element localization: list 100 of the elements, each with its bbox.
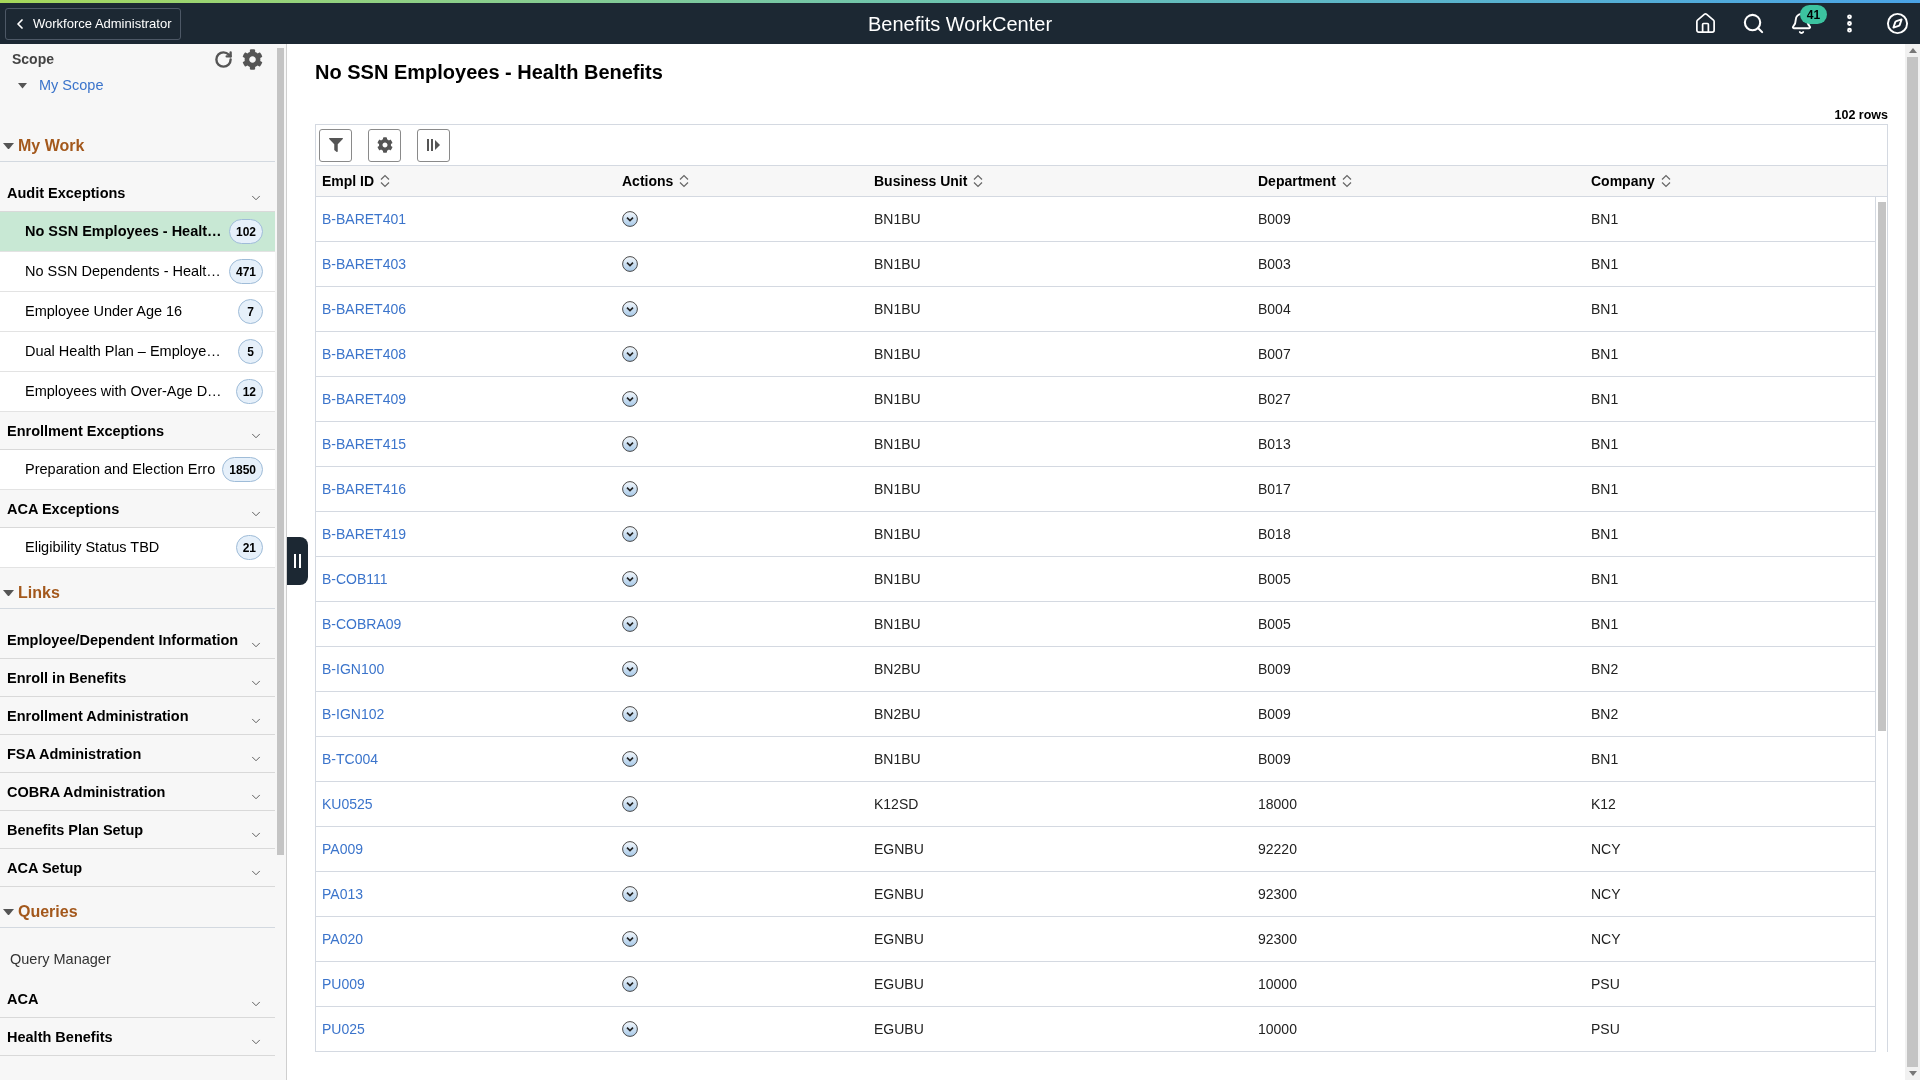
query-link[interactable]: Query Manager	[10, 949, 111, 971]
home-icon[interactable]	[1694, 12, 1717, 35]
compass-icon[interactable]	[1886, 12, 1909, 35]
employee-id-link[interactable]: B-BARET406	[322, 298, 407, 320]
group-header[interactable]: ACA Setup	[0, 849, 275, 887]
back-button[interactable]: Workforce Administrator	[5, 7, 182, 40]
group-header[interactable]: FSA Administration	[0, 735, 275, 773]
employee-id-link[interactable]: B-COBRA09	[322, 613, 402, 635]
employee-id-link[interactable]: B-BARET419	[322, 523, 407, 545]
employee-id-link[interactable]: B-IGN100	[322, 658, 385, 680]
table-cell-text: BN2BU	[874, 704, 921, 724]
group-header[interactable]: Enrollment Administration	[0, 697, 275, 735]
caret-down-icon[interactable]	[3, 908, 14, 916]
section-header[interactable]: Links	[0, 578, 275, 609]
scroll-down-arrow-icon[interactable]	[1908, 1071, 1917, 1076]
caret-down-icon[interactable]	[18, 83, 27, 89]
filter-icon	[328, 138, 343, 152]
refresh-icon[interactable]	[214, 50, 233, 69]
caret-down-icon[interactable]	[3, 589, 14, 597]
group-header[interactable]: Enroll in Benefits	[0, 659, 275, 697]
row-actions-button[interactable]	[619, 208, 641, 230]
row-actions-button[interactable]	[619, 1018, 641, 1040]
group-header[interactable]: Employee/Dependent Information	[0, 621, 275, 659]
count-badge: 21	[235, 535, 263, 560]
employee-id-link[interactable]: PA013	[322, 883, 363, 905]
freeze-columns-button[interactable]	[417, 128, 450, 162]
section-header[interactable]: My Work	[0, 131, 275, 162]
section-header[interactable]: Queries	[0, 897, 275, 928]
employee-id-link[interactable]: B-COB111	[322, 568, 388, 590]
row-actions-button[interactable]	[619, 928, 641, 950]
sort-icon	[679, 174, 690, 188]
scrollbar-thumb[interactable]	[277, 48, 284, 855]
employee-id-link[interactable]: KU0525	[322, 793, 373, 815]
table-cell-text: 92300	[1258, 929, 1297, 949]
sort-icon	[973, 174, 984, 188]
worklist-item[interactable]: Preparation and Election Erro 1850	[0, 450, 275, 490]
scrollbar-thumb[interactable]	[1907, 57, 1918, 1067]
row-actions-button[interactable]	[619, 793, 641, 815]
search-icon[interactable]	[1742, 12, 1765, 35]
employee-id-link[interactable]: B-BARET408	[322, 343, 407, 365]
employee-id-link[interactable]: B-BARET401	[322, 208, 407, 230]
caret-down-icon[interactable]	[3, 142, 14, 150]
row-actions-button[interactable]	[619, 523, 641, 545]
group-header[interactable]: ACA	[0, 980, 275, 1018]
column-header[interactable]: Department	[1252, 170, 1352, 192]
row-actions-button[interactable]	[619, 883, 641, 905]
sort-icon	[380, 174, 391, 188]
row-actions-button[interactable]	[619, 613, 641, 635]
settings-icon[interactable]	[242, 49, 263, 70]
scrollbar-thumb[interactable]	[1877, 202, 1886, 731]
row-actions-button[interactable]	[619, 298, 641, 320]
row-actions-button[interactable]	[619, 703, 641, 725]
row-actions-button[interactable]	[619, 388, 641, 410]
column-header[interactable]: Business Unit	[868, 170, 984, 192]
table-cell-text: BN1BU	[874, 749, 921, 769]
table-cell-text: NCY	[1591, 839, 1621, 859]
worklist-item[interactable]: Dual Health Plan – Employe… 5	[0, 332, 275, 372]
table-cell-text: EGUBU	[874, 974, 924, 994]
filter-button[interactable]	[319, 128, 352, 162]
scroll-up-arrow-icon[interactable]	[1908, 48, 1917, 53]
scope-link[interactable]: My Scope	[39, 75, 104, 97]
table-cell-text: BN1BU	[874, 524, 921, 544]
row-actions-button[interactable]	[619, 568, 641, 590]
employee-id-link[interactable]: PU025	[322, 1018, 365, 1040]
employee-id-link[interactable]: B-BARET409	[322, 388, 407, 410]
worklist-item[interactable]: Eligibility Status TBD 21	[0, 528, 275, 568]
row-actions-button[interactable]	[619, 478, 641, 500]
row-actions-button[interactable]	[619, 748, 641, 770]
employee-id-link[interactable]: B-IGN102	[322, 703, 385, 725]
employee-id-link[interactable]: PU009	[322, 973, 365, 995]
table-cell-text: PSU	[1591, 974, 1620, 994]
employee-id-link[interactable]: B-TC004	[322, 748, 379, 770]
group-header[interactable]: Benefits Plan Setup	[0, 811, 275, 849]
row-count: 102 rows	[1834, 107, 1888, 122]
column-header[interactable]: Company	[1585, 170, 1671, 192]
worklist-item[interactable]: Employee Under Age 16 7	[0, 292, 275, 332]
employee-id-link[interactable]: B-BARET416	[322, 478, 407, 500]
employee-id-link[interactable]: B-BARET403	[322, 253, 407, 275]
row-actions-button[interactable]	[619, 343, 641, 365]
row-actions-button[interactable]	[619, 973, 641, 995]
employee-id-link[interactable]: PA009	[322, 838, 363, 860]
worklist-item[interactable]: Employees with Over-Age D… 12	[0, 372, 275, 412]
row-actions-button[interactable]	[619, 658, 641, 680]
panel-toggle-button[interactable]	[287, 537, 308, 585]
employee-id-link[interactable]: PA020	[322, 928, 363, 950]
employee-id-link[interactable]: B-BARET415	[322, 433, 407, 455]
column-header[interactable]: Actions	[616, 170, 690, 192]
table-cell-text: 92300	[1258, 884, 1297, 904]
worklist-item[interactable]: No SSN Employees - Healt… 102	[0, 212, 275, 252]
settings-button[interactable]	[368, 128, 401, 162]
table-cell-text: EGNBU	[874, 929, 924, 949]
row-actions-button[interactable]	[619, 253, 641, 275]
table-cell-text: B013	[1258, 434, 1291, 454]
row-actions-button[interactable]	[619, 838, 641, 860]
group-header[interactable]: COBRA Administration	[0, 773, 275, 811]
row-actions-button[interactable]	[619, 433, 641, 455]
chevron-circle-icon	[622, 1021, 638, 1037]
column-header[interactable]: Empl ID	[316, 170, 391, 192]
worklist-item[interactable]: No SSN Dependents - Healt… 471	[0, 252, 275, 292]
group-header[interactable]: Health Benefits	[0, 1018, 275, 1056]
